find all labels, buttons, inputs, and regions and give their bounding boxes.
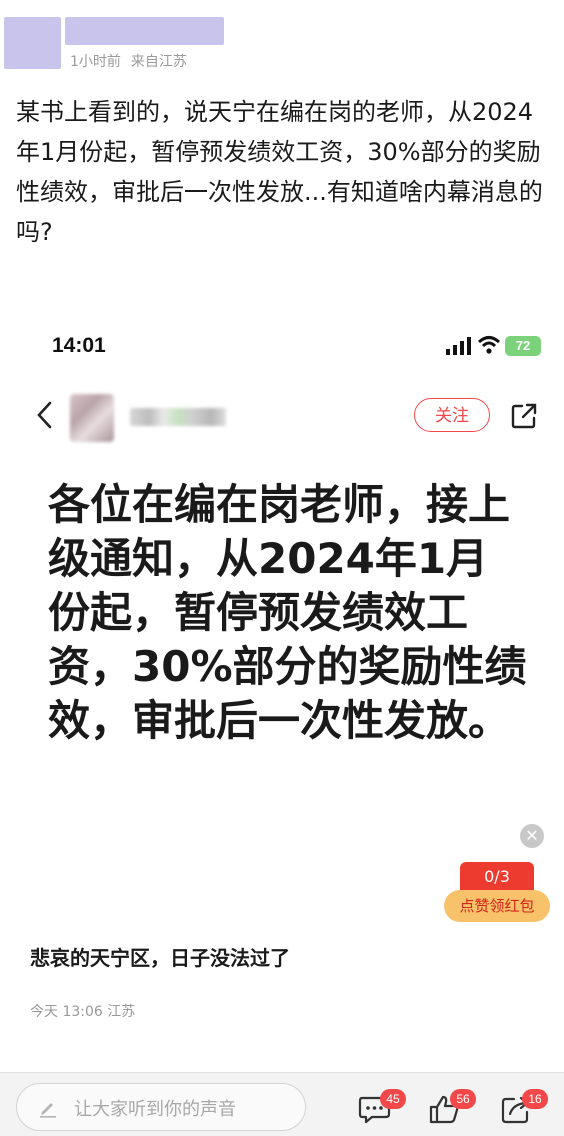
post-location: 来自江苏	[130, 54, 187, 70]
blurred-avatar[interactable]	[70, 394, 114, 442]
wifi-icon	[478, 336, 500, 354]
comment-count-badge: 45	[380, 1089, 406, 1109]
signal-icon	[446, 337, 471, 355]
share-icon[interactable]	[510, 402, 538, 430]
redpack-widget[interactable]: 0/3 点赞领红包	[444, 862, 550, 924]
username-redacted[interactable]	[65, 17, 224, 45]
post-body: 某书上看到的，说天宁在编在岗的老师，从2024年1月份起，暂停预发绩效工资，30…	[16, 98, 543, 246]
post-time: 1小时前	[70, 54, 121, 70]
screenshot-date: 今天 13:06 江苏	[30, 1004, 136, 1020]
follow-button[interactable]: 关注	[414, 398, 490, 432]
comment-placeholder[interactable]: 让大家听到你的声音	[74, 1095, 236, 1121]
post-meta: 1小时前 来自江苏	[70, 51, 187, 71]
status-time: 14:01	[52, 334, 106, 357]
embedded-screenshot: 14:01 72 关注 各位在编在岗老师，接上级通知，从2024年1月份起，暂停…	[18, 316, 550, 1046]
share-count-badge: 16	[522, 1089, 548, 1109]
back-arrow-icon[interactable]	[34, 400, 56, 430]
close-icon[interactable]: ✕	[520, 824, 544, 848]
redpack-label: 点赞领红包	[444, 890, 550, 922]
avatar[interactable]	[4, 17, 61, 69]
like-count-badge: 56	[450, 1089, 476, 1109]
pen-icon	[40, 1103, 56, 1118]
notice-text: 各位在编在岗老师，接上级通知，从2024年1月份起，暂停预发绩效工资，30%部分…	[48, 480, 527, 745]
screenshot-caption: 悲哀的天宁区，日子没法过了	[30, 946, 290, 970]
blurred-username[interactable]	[130, 408, 226, 426]
battery-indicator: 72	[505, 336, 541, 356]
redpack-count: 0/3	[460, 862, 534, 892]
